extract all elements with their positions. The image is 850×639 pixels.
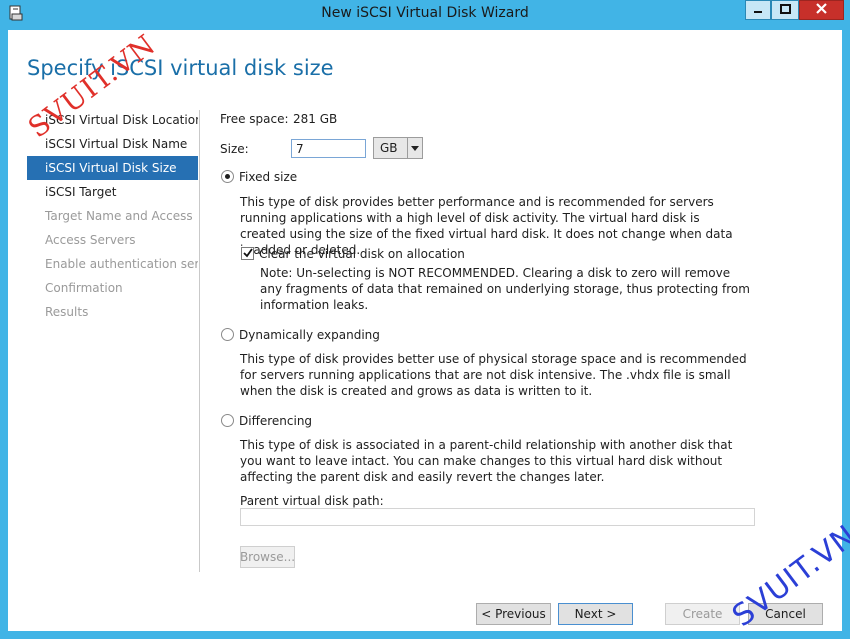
free-space-label: Free space: xyxy=(220,112,289,126)
dynamic-label[interactable]: Dynamically expanding xyxy=(239,328,380,342)
size-unit-value: GB xyxy=(380,141,398,155)
size-label: Size: xyxy=(220,142,249,156)
differencing-radio[interactable] xyxy=(221,414,234,427)
maximize-button[interactable] xyxy=(771,0,799,20)
dynamic-description: This type of disk provides better use of… xyxy=(240,352,747,398)
minimize-button[interactable] xyxy=(745,0,771,20)
differencing-description: This type of disk is associated in a par… xyxy=(240,438,733,484)
clear-disk-checkbox[interactable] xyxy=(241,247,254,260)
differencing-label[interactable]: Differencing xyxy=(239,414,312,428)
size-unit-dropdown[interactable]: GB xyxy=(373,137,423,159)
minimize-icon xyxy=(753,3,763,17)
previous-button[interactable]: < Previous xyxy=(476,603,551,625)
size-input[interactable] xyxy=(291,139,366,158)
step-disk-size[interactable]: iSCSI Virtual Disk Size xyxy=(27,156,198,180)
page-title: Specify iSCSI virtual disk size xyxy=(27,56,334,80)
parent-path-input[interactable] xyxy=(240,508,755,526)
wizard-steps: iSCSI Virtual Disk Location iSCSI Virtua… xyxy=(27,108,198,324)
window-title: New iSCSI Virtual Disk Wizard xyxy=(321,5,529,21)
step-access-servers: Access Servers xyxy=(45,233,136,247)
step-iscsi-target[interactable]: iSCSI Target xyxy=(27,180,198,204)
title-bar: New iSCSI Virtual Disk Wizard xyxy=(0,0,850,28)
sidebar-divider xyxy=(199,110,200,572)
step-enable-authentication: Enable authentication ser... xyxy=(45,257,198,271)
parent-path-label: Parent virtual disk path: xyxy=(240,494,384,508)
step-confirmation: Confirmation xyxy=(45,281,123,295)
browse-button[interactable]: Browse... xyxy=(240,546,295,568)
step-target-name-access: Target Name and Access xyxy=(45,209,193,223)
clear-disk-note: Note: Un-selecting is NOT RECOMMENDED. C… xyxy=(260,266,750,312)
dynamic-radio[interactable] xyxy=(221,328,234,341)
fixed-size-label[interactable]: Fixed size xyxy=(239,170,297,184)
next-button[interactable]: Next > xyxy=(558,603,633,625)
checkmark-icon xyxy=(242,247,253,261)
free-space-value: 281 GB xyxy=(293,112,338,126)
chevron-down-icon xyxy=(407,138,422,158)
maximize-icon xyxy=(779,3,791,17)
close-button[interactable] xyxy=(799,0,844,20)
close-icon xyxy=(816,3,827,17)
step-results: Results xyxy=(45,305,89,319)
clear-disk-label[interactable]: Clear the virtual disk on allocation xyxy=(259,247,465,261)
fixed-size-radio[interactable] xyxy=(221,170,234,183)
